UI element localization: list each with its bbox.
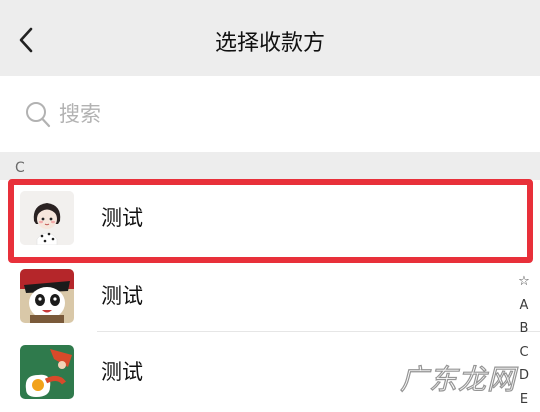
contact-name: 测试 [101, 284, 143, 308]
cartoon-girl-avatar [20, 191, 74, 245]
watermark: 广东龙网 [399, 362, 517, 396]
contact-name: 测试 [101, 360, 143, 384]
contact-row[interactable]: 测试 [0, 180, 540, 256]
row-divider [97, 331, 540, 332]
index-item-star[interactable]: ☆ [512, 270, 536, 294]
section-header: C [0, 152, 540, 180]
search-input[interactable]: 搜索 [59, 100, 101, 128]
cartoon-egg-avatar [20, 345, 74, 399]
contact-name: 测试 [101, 206, 143, 230]
section-letter: C [15, 160, 25, 176]
page-title: 选择收款方 [214, 31, 325, 56]
search-bar[interactable]: 搜索 [0, 76, 540, 152]
cartoon-panda-avatar [20, 269, 74, 323]
index-item-a[interactable]: A [512, 294, 536, 318]
navigation-bar: 选择收款方 [0, 0, 540, 76]
search-icon [26, 102, 51, 128]
index-item-b[interactable]: B [512, 317, 536, 341]
contact-row[interactable]: 测试 [0, 258, 540, 334]
